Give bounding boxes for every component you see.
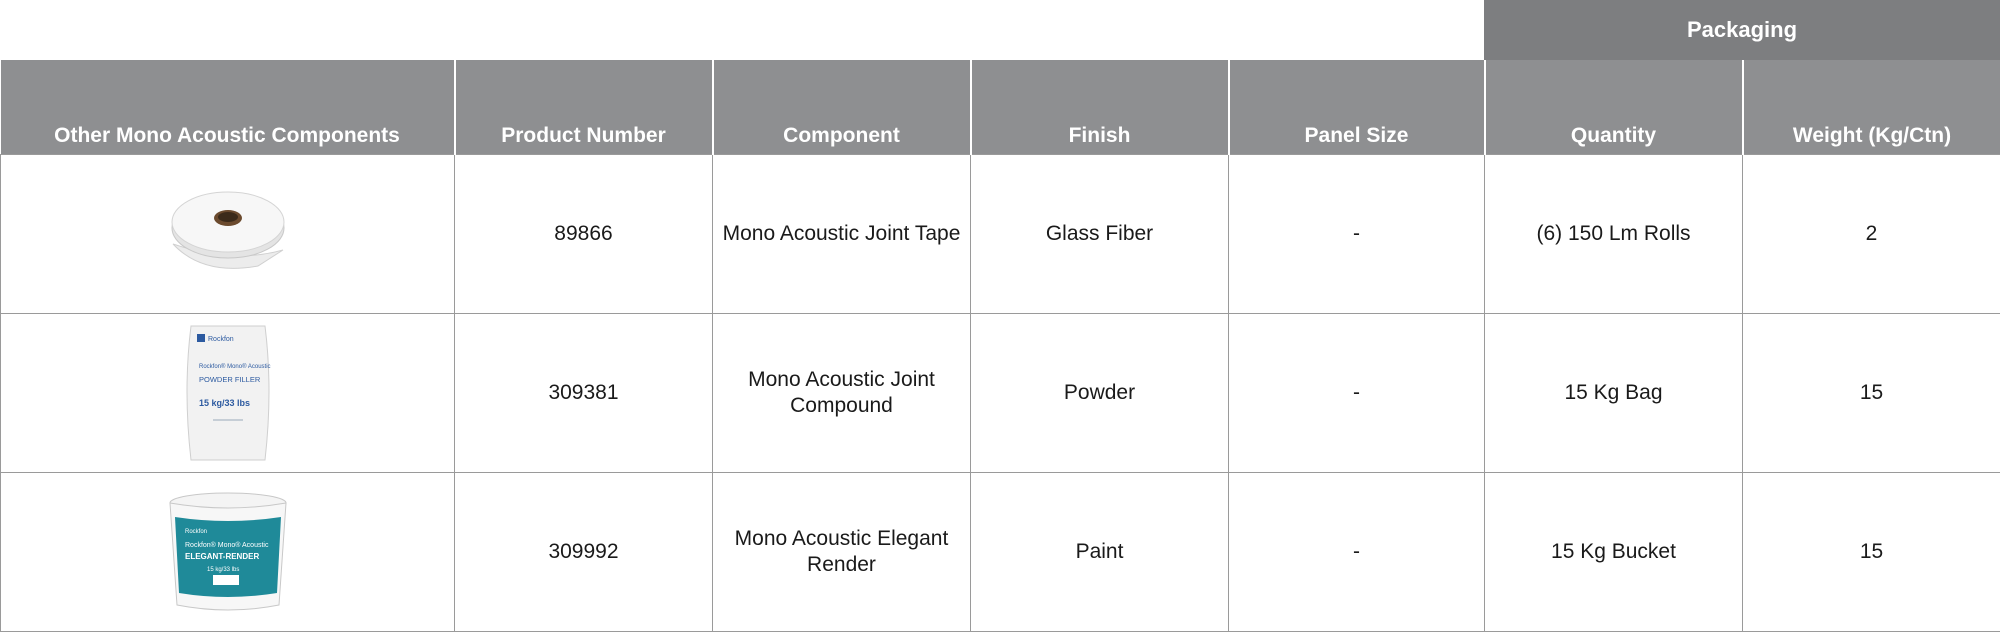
header-row: Other Mono Acoustic Components Product N…: [1, 60, 2000, 155]
column-header-components: Other Mono Acoustic Components: [1, 60, 455, 155]
column-header-quantity: Quantity: [1485, 60, 1743, 155]
paint-bucket-icon: Rockfon Rockfon® Mono® Acoustic ELEGANT-…: [163, 487, 293, 617]
brand-logo-icon: [197, 334, 205, 342]
weight-cell: 15: [1743, 473, 2000, 632]
product-number-cell: 89866: [455, 155, 713, 314]
column-header-component: Component: [713, 60, 971, 155]
quantity-cell: 15 Kg Bag: [1485, 314, 1743, 473]
svg-text:15 kg/33 lbs: 15 kg/33 lbs: [199, 398, 250, 408]
barcode-icon: [213, 575, 239, 585]
component-cell: Mono Acoustic Joint Compound: [713, 314, 971, 473]
svg-text:ELEGANT-RENDER: ELEGANT-RENDER: [185, 552, 259, 561]
product-image-cell: [1, 155, 455, 314]
svg-text:15 kg/33 lbs: 15 kg/33 lbs: [207, 567, 239, 573]
quantity-cell: 15 Kg Bucket: [1485, 473, 1743, 632]
column-header-panel-size: Panel Size: [1229, 60, 1485, 155]
table-row: 89866 Mono Acoustic Joint Tape Glass Fib…: [1, 155, 2000, 314]
component-cell: Mono Acoustic Joint Tape: [713, 155, 971, 314]
powder-bag-icon: Rockfon Rockfon® Mono® Acoustic POWDER F…: [173, 320, 283, 466]
panel-size-cell: -: [1229, 155, 1485, 314]
column-header-finish: Finish: [971, 60, 1229, 155]
panel-size-cell: -: [1229, 473, 1485, 632]
finish-cell: Paint: [971, 473, 1229, 632]
table-row: Rockfon Rockfon® Mono® Acoustic POWDER F…: [1, 314, 2000, 473]
product-image-cell: Rockfon Rockfon® Mono® Acoustic POWDER F…: [1, 314, 455, 473]
components-table: Other Mono Acoustic Components Product N…: [0, 60, 2000, 632]
weight-cell: 2: [1743, 155, 2000, 314]
svg-text:Rockfon: Rockfon: [208, 336, 234, 343]
packaging-group-header: Packaging: [1484, 0, 2000, 60]
column-header-product-number: Product Number: [455, 60, 713, 155]
quantity-cell: (6) 150 Lm Rolls: [1485, 155, 1743, 314]
component-cell: Mono Acoustic Elegant Render: [713, 473, 971, 632]
panel-size-cell: -: [1229, 314, 1485, 473]
finish-cell: Powder: [971, 314, 1229, 473]
weight-cell: 15: [1743, 314, 2000, 473]
table-row: Rockfon Rockfon® Mono® Acoustic ELEGANT-…: [1, 473, 2000, 632]
svg-text:Rockfon® Mono® Acoustic: Rockfon® Mono® Acoustic: [199, 363, 271, 370]
tape-roll-icon: [163, 184, 293, 284]
finish-cell: Glass Fiber: [971, 155, 1229, 314]
product-number-cell: 309992: [455, 473, 713, 632]
product-number-cell: 309381: [455, 314, 713, 473]
svg-text:Rockfon: Rockfon: [185, 529, 207, 535]
column-header-weight: Weight (Kg/Ctn): [1743, 60, 2000, 155]
product-image-cell: Rockfon Rockfon® Mono® Acoustic ELEGANT-…: [1, 473, 455, 632]
svg-text:Rockfon® Mono® Acoustic: Rockfon® Mono® Acoustic: [185, 541, 269, 549]
svg-text:POWDER FILLER: POWDER FILLER: [199, 375, 261, 384]
